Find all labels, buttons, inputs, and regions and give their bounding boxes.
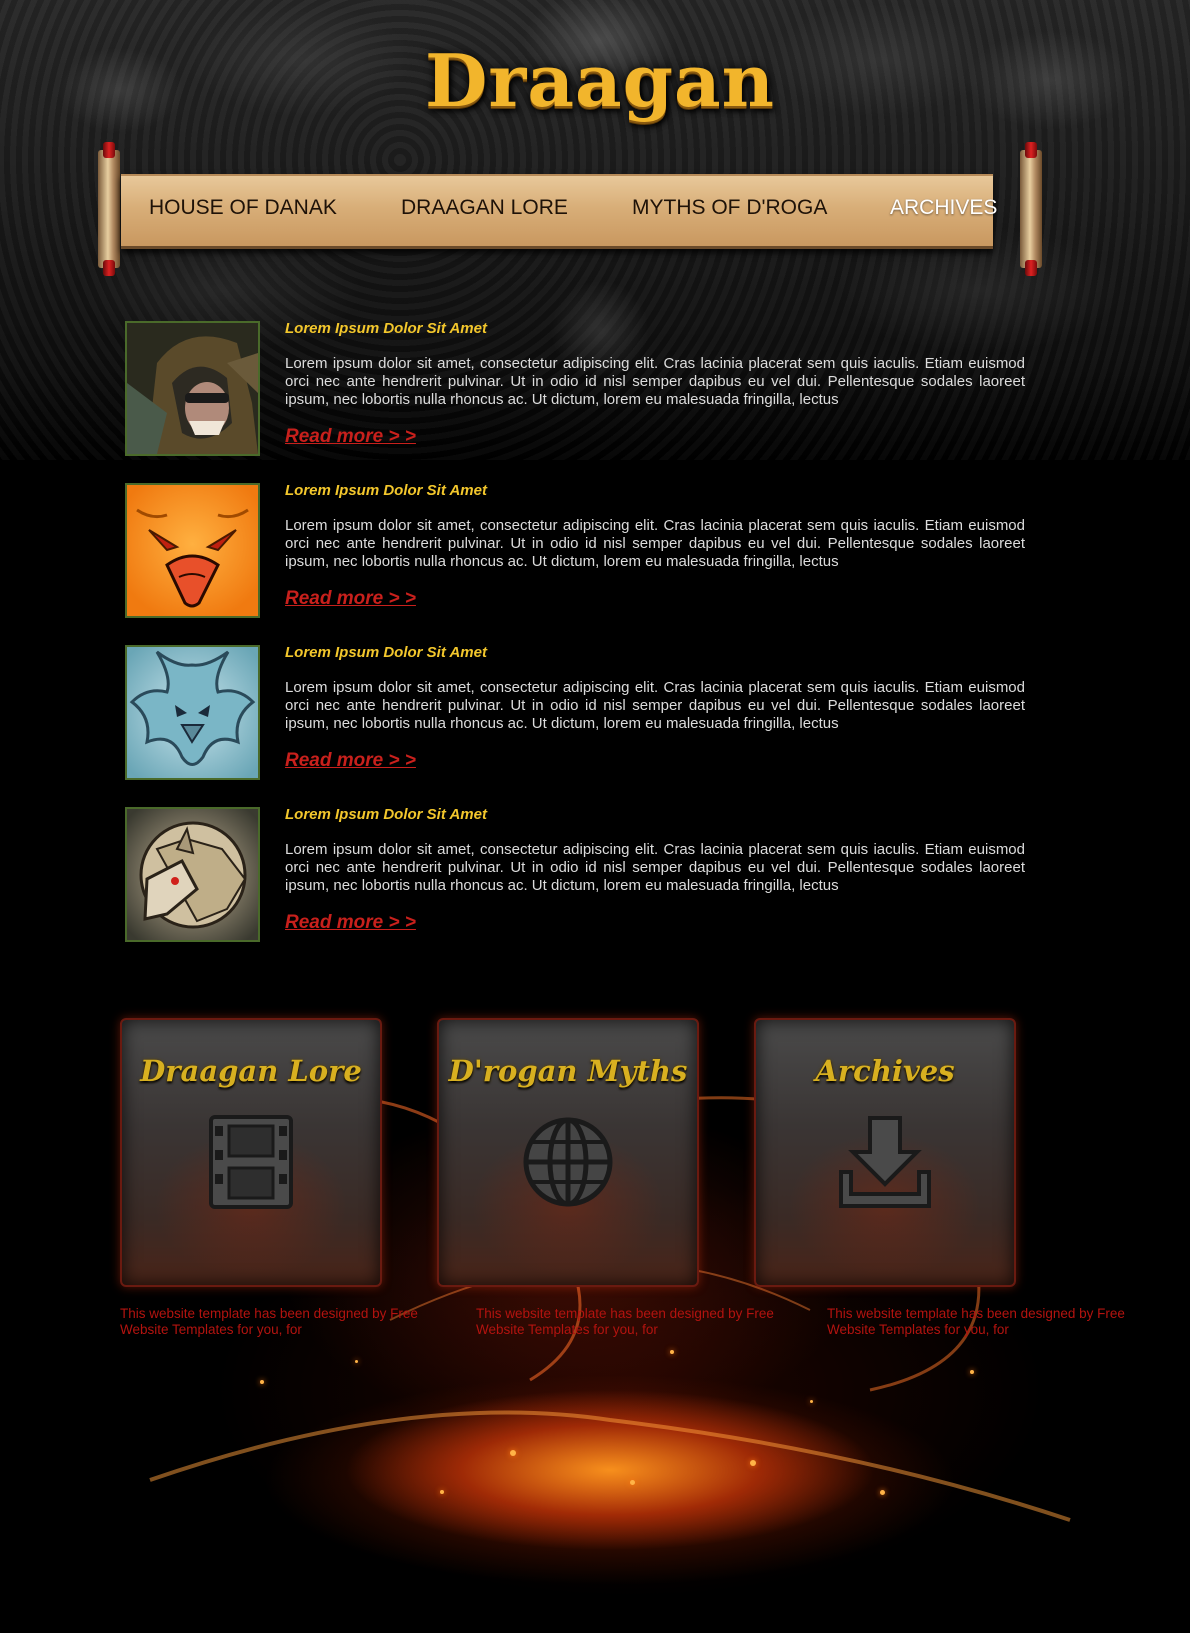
panel-title: Archives: [815, 1054, 955, 1088]
panel-draagan-lore[interactable]: Draagan Lore: [120, 1018, 382, 1287]
nav-myths-of-droga[interactable]: MYTHS OF D'ROGA: [632, 196, 827, 220]
scroll-rod-right: [1020, 142, 1042, 276]
post-title: Lorem Ipsum Dolor Sit Amet: [285, 644, 487, 661]
download-icon: [839, 1116, 931, 1208]
post-body: Lorem ipsum dolor sit amet, consectetur …: [285, 679, 1025, 732]
footer-credit-note: This website template has been designed …: [827, 1306, 1125, 1337]
orange-bird-emblem-image: [127, 485, 258, 616]
nav-archives[interactable]: ARCHIVES: [890, 196, 997, 220]
film-strip-icon: [209, 1115, 293, 1209]
footer-credit-note: This website template has been designed …: [476, 1306, 774, 1337]
post-body: Lorem ipsum dolor sit amet, consectetur …: [285, 841, 1025, 894]
nav-house-of-danak[interactable]: HOUSE OF DANAK: [149, 196, 337, 220]
post-thumbnail-boar[interactable]: [125, 807, 260, 942]
panel-archives[interactable]: Archives: [754, 1018, 1016, 1287]
page-edge: [1190, 0, 1198, 1633]
read-more-link[interactable]: Read more > >: [285, 750, 416, 772]
post-body: Lorem ipsum dolor sit amet, consectetur …: [285, 355, 1025, 408]
panel-title: D'rogan Myths: [448, 1054, 688, 1088]
panel-drogan-myths[interactable]: D'rogan Myths: [437, 1018, 699, 1287]
site-logo[interactable]: Draagan: [380, 38, 820, 123]
post-title: Lorem Ipsum Dolor Sit Amet: [285, 482, 487, 499]
nav-draagan-lore[interactable]: DRAAGAN LORE: [401, 196, 568, 220]
boar-emblem-image: [127, 809, 258, 940]
globe-icon: [523, 1117, 613, 1207]
post-thumbnail-ice-dragon[interactable]: [125, 645, 260, 780]
post-title: Lorem Ipsum Dolor Sit Amet: [285, 806, 487, 823]
panel-title: Draagan Lore: [140, 1054, 362, 1088]
read-more-link[interactable]: Read more > >: [285, 912, 416, 934]
read-more-link[interactable]: Read more > >: [285, 426, 416, 448]
post-body: Lorem ipsum dolor sit amet, consectetur …: [285, 517, 1025, 570]
post-thumbnail-orange-bird[interactable]: [125, 483, 260, 618]
scroll-rod-left: [98, 142, 120, 276]
post-thumbnail-hooded-warrior[interactable]: [125, 321, 260, 456]
hooded-warrior-image: [127, 323, 258, 454]
post-title: Lorem Ipsum Dolor Sit Amet: [285, 320, 487, 337]
footer-credit-note: This website template has been designed …: [120, 1306, 418, 1337]
read-more-link[interactable]: Read more > >: [285, 588, 416, 610]
ice-dragon-emblem-image: [127, 647, 258, 778]
